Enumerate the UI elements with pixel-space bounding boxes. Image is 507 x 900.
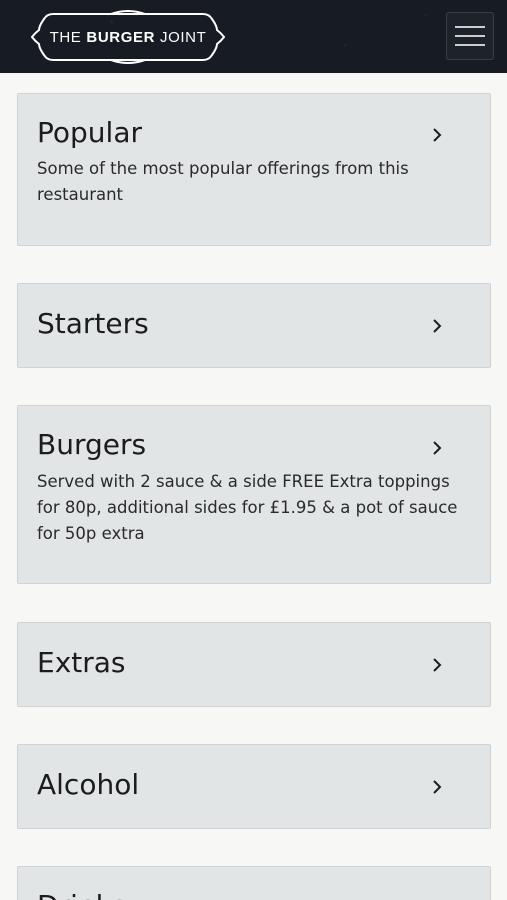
menu-line bbox=[455, 44, 485, 46]
category-title: Burgers bbox=[37, 428, 147, 461]
category-description: Served with 2 sauce & a side FREE Extra … bbox=[37, 472, 458, 543]
category-title: Popular bbox=[37, 116, 142, 149]
chevron-right-icon bbox=[433, 319, 442, 333]
brand-logo[interactable]: THE BURGER JOINT bbox=[31, 8, 225, 66]
chevron-right-icon bbox=[433, 128, 442, 142]
chevron-right-icon bbox=[433, 658, 442, 672]
chevron-right-icon bbox=[433, 780, 442, 794]
category-title: Drinks bbox=[37, 889, 126, 900]
menu-line bbox=[455, 26, 485, 28]
category-card-extras[interactable]: Extras bbox=[17, 622, 491, 707]
menu-line bbox=[455, 35, 485, 37]
category-card-starters[interactable]: Starters bbox=[17, 283, 491, 368]
brand-prefix: THE bbox=[49, 28, 82, 46]
brand-suffix: JOINT bbox=[160, 28, 207, 46]
brand-bold: BURGER bbox=[86, 28, 156, 46]
brand-name: THE BURGER JOINT bbox=[31, 8, 225, 66]
category-card-alcohol[interactable]: Alcohol bbox=[17, 744, 491, 829]
category-card-popular[interactable]: Popular Some of the most popular offerin… bbox=[17, 93, 491, 246]
category-description: Some of the most popular offerings from … bbox=[37, 159, 409, 204]
category-title: Starters bbox=[37, 307, 149, 340]
category-title: Extras bbox=[37, 646, 126, 679]
hamburger-menu-icon[interactable] bbox=[446, 12, 494, 60]
app-header: THE BURGER JOINT bbox=[0, 0, 507, 73]
category-card-burgers[interactable]: Burgers Served with 2 sauce & a side FRE… bbox=[17, 405, 491, 584]
category-title: Alcohol bbox=[37, 768, 140, 801]
chevron-right-icon bbox=[433, 441, 442, 455]
category-card-drinks[interactable]: Drinks bbox=[17, 866, 491, 900]
